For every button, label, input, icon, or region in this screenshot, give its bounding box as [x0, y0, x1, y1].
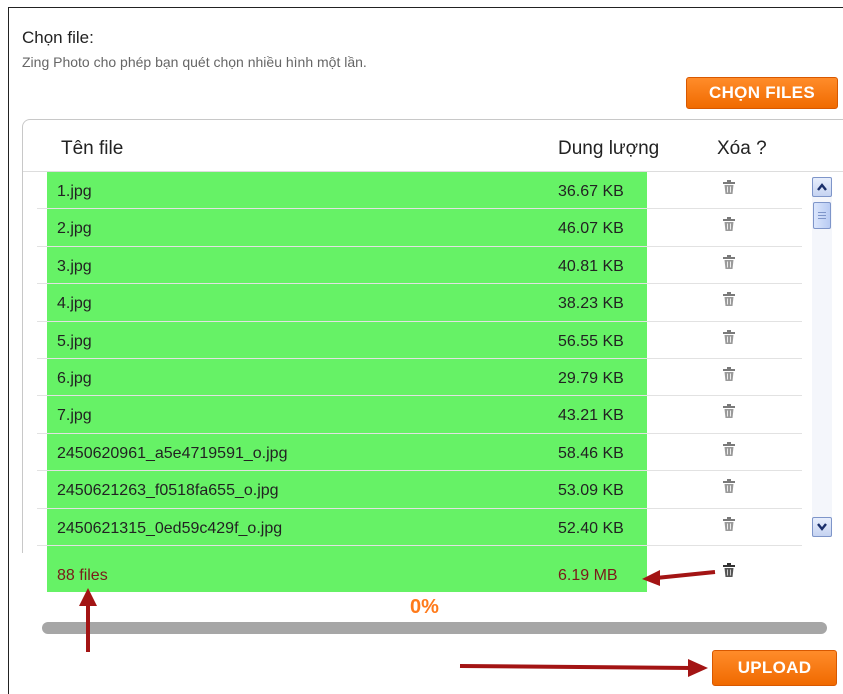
file-name: 2450621315_0ed59c429f_o.jpg: [57, 519, 283, 537]
file-name: 2450621263_f0518fa655_o.jpg: [57, 482, 279, 500]
trash-icon: [723, 516, 735, 531]
delete-file-button[interactable]: [722, 516, 736, 532]
table-row: 2450621263_f0518fa655_o.jpg 53.09 KB: [22, 471, 802, 509]
file-size: 40.81 KB: [558, 257, 624, 275]
file-list-scrollbar[interactable]: [812, 177, 832, 537]
trash-icon: [723, 329, 735, 344]
trash-icon: [723, 217, 735, 232]
file-name: 5.jpg: [57, 332, 92, 350]
file-list: 1.jpg 36.67 KB 2.jpg 46.07 KB 3.jpg 40.81 KB 4…: [22, 172, 802, 546]
progress-percent: 0%: [410, 596, 439, 618]
trash-icon: [723, 479, 735, 494]
file-size: 38.23 KB: [558, 295, 624, 313]
file-name: 4.jpg: [57, 295, 92, 313]
table-row: 2450620961_a5e4719591_o.jpg 58.46 KB: [22, 434, 802, 472]
table-row: 4.jpg 38.23 KB: [22, 284, 802, 322]
file-size: 53.09 KB: [558, 482, 624, 500]
page-description: Zing Photo cho phép bạn quét chọn nhiều …: [22, 54, 367, 70]
trash-icon: [723, 292, 735, 307]
delete-file-button[interactable]: [722, 404, 736, 419]
trash-icon: [723, 254, 735, 269]
upload-button[interactable]: UPLOAD: [712, 650, 837, 686]
table-row: 1.jpg 36.67 KB: [22, 172, 802, 210]
arrow-to-upload-button: [459, 659, 708, 677]
choose-files-button[interactable]: CHỌN FILES: [686, 77, 838, 109]
file-name: 3.jpg: [57, 257, 92, 275]
scroll-thumb[interactable]: [813, 202, 831, 229]
file-size: 56.55 KB: [558, 332, 624, 350]
trash-icon: [723, 180, 735, 194]
arrow-to-file-count: [79, 588, 97, 652]
delete-file-button[interactable]: [722, 180, 736, 195]
delete-file-button[interactable]: [722, 329, 736, 345]
file-name: 6.jpg: [57, 369, 92, 387]
column-header-filename: Tên file: [61, 138, 124, 159]
file-name: 7.jpg: [57, 407, 92, 425]
page-title: Chọn file:: [22, 28, 94, 47]
delete-file-button[interactable]: [722, 254, 736, 270]
total-size: 6.19 MB: [558, 567, 618, 584]
file-size: 29.79 KB: [558, 369, 624, 387]
file-count: 88 files: [57, 567, 108, 584]
delete-file-button[interactable]: [722, 217, 736, 232]
column-header-delete: Xóa ?: [717, 138, 767, 159]
scroll-up-button[interactable]: [812, 177, 832, 197]
trash-icon: [723, 563, 735, 577]
file-size: 36.67 KB: [558, 183, 624, 200]
arrow-to-total-size: [642, 570, 716, 586]
delete-all-button[interactable]: [722, 563, 736, 583]
file-size: 43.21 KB: [558, 407, 624, 425]
file-name: 2450620961_a5e4719591_o.jpg: [57, 444, 288, 462]
row-divider: [37, 544, 802, 546]
table-row: 6.jpg 29.79 KB: [22, 359, 802, 397]
file-size: 46.07 KB: [558, 220, 624, 238]
delete-file-button[interactable]: [722, 292, 736, 307]
trash-icon: [723, 441, 735, 456]
table-row: 5.jpg 56.55 KB: [22, 322, 802, 359]
file-name: 2.jpg: [57, 220, 92, 238]
table-row: 2450621315_0ed59c429f_o.jpg 52.40 KB: [22, 509, 802, 546]
file-size: 58.46 KB: [558, 444, 624, 462]
scroll-down-button[interactable]: [812, 517, 832, 537]
table-header: Tên file Dung lượng Xóa ?: [23, 120, 843, 172]
table-row: 2.jpg 46.07 KB: [22, 209, 802, 247]
file-size: 52.40 KB: [558, 519, 624, 537]
table-row: 7.jpg 43.21 KB: [22, 396, 802, 434]
upload-progress-bar: [42, 622, 827, 634]
delete-file-button[interactable]: [722, 441, 736, 457]
chevron-down-icon: [817, 523, 827, 531]
trash-icon: [723, 404, 735, 419]
trash-icon: [723, 366, 735, 381]
delete-file-button[interactable]: [722, 366, 736, 382]
column-header-size: Dung lượng: [558, 138, 660, 159]
chevron-up-icon: [817, 183, 827, 191]
file-name: 1.jpg: [57, 183, 92, 200]
delete-file-button[interactable]: [722, 479, 736, 494]
table-row: 3.jpg 40.81 KB: [22, 247, 802, 285]
